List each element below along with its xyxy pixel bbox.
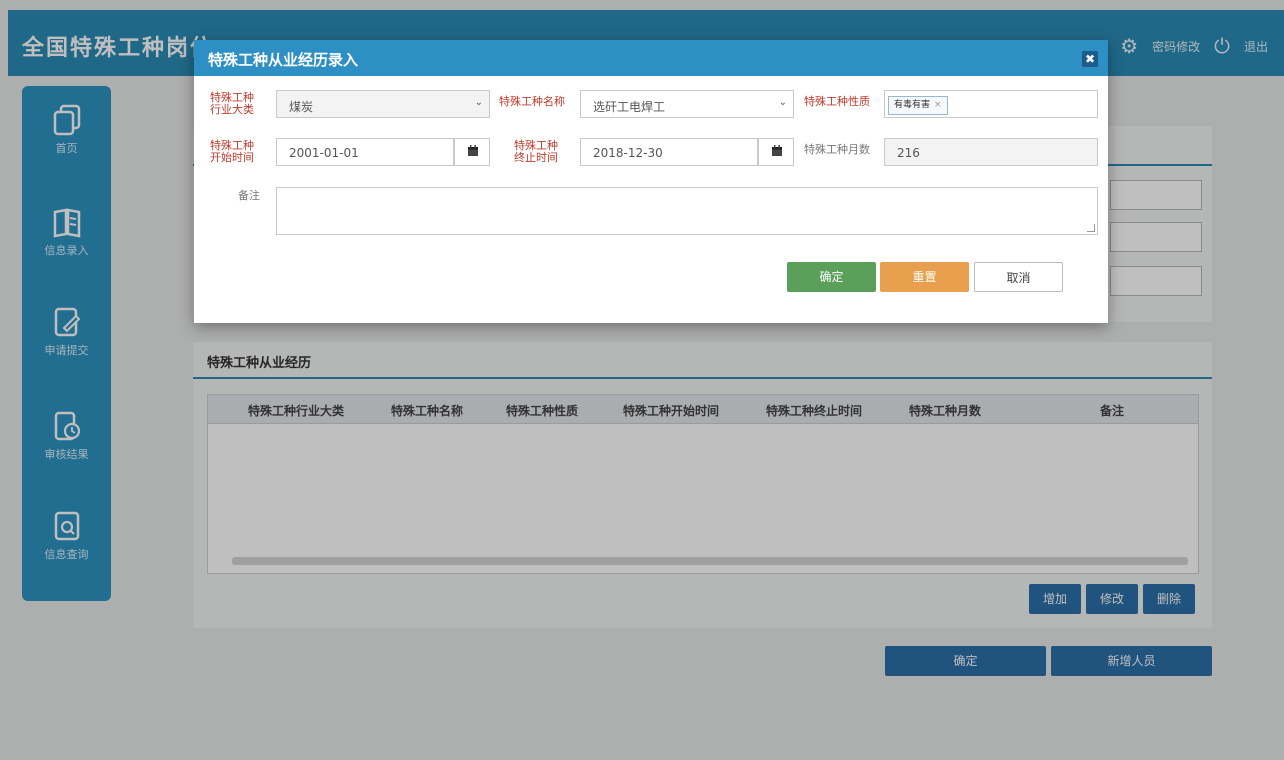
selected-value: 选矸工电焊工	[593, 100, 666, 114]
job-name-label: 特殊工种名称	[499, 95, 565, 108]
cancel-button[interactable]: 取消	[974, 262, 1063, 292]
tag-label: 有毒有害	[894, 100, 931, 110]
selected-tag[interactable]: 有毒有害 ×	[888, 96, 948, 115]
resize-handle-icon[interactable]	[1087, 224, 1095, 232]
remark-label: 备注	[238, 189, 260, 202]
label-line: 行业大类	[210, 103, 254, 116]
nature-multiselect[interactable]: 有毒有害 ×	[884, 90, 1098, 118]
start-date-picker-button[interactable]	[454, 138, 490, 166]
label-line: 终止时间	[514, 151, 558, 164]
ok-button[interactable]: 确定	[787, 262, 876, 292]
reset-button[interactable]: 重置	[880, 262, 969, 292]
end-date-input[interactable]: 2018-12-30	[580, 138, 758, 166]
job-name-select[interactable]: 选矸工电焊工 ⌄	[580, 90, 794, 118]
readonly-value: 216	[897, 146, 920, 160]
close-icon[interactable]: ✖	[1082, 51, 1098, 67]
nature-label: 特殊工种性质	[804, 95, 870, 108]
remark-textarea[interactable]	[276, 187, 1098, 235]
calendar-icon	[468, 145, 478, 156]
selected-value: 煤炭	[289, 100, 314, 114]
chevron-down-icon: ⌄	[778, 97, 787, 108]
input-value: 2018-12-30	[593, 146, 663, 160]
label-line: 开始时间	[210, 151, 254, 164]
end-date-label: 特殊工种 终止时间	[514, 140, 558, 164]
chevron-down-icon: ⌄	[474, 97, 483, 108]
industry-label: 特殊工种 行业大类	[210, 92, 254, 116]
calendar-icon	[772, 145, 782, 156]
months-label: 特殊工种月数	[804, 143, 870, 156]
end-date-picker-button[interactable]	[758, 138, 794, 166]
dialog-title: 特殊工种从业经历录入	[208, 51, 359, 69]
tag-remove-icon[interactable]: ×	[934, 100, 942, 110]
start-date-input[interactable]: 2001-01-01	[276, 138, 454, 166]
input-value: 2001-01-01	[289, 146, 359, 160]
history-entry-dialog: 特殊工种从业经历录入 ✖ 特殊工种 行业大类 煤炭 ⌄ 特殊工种名称 选矸工电焊…	[194, 40, 1108, 323]
dialog-header: 特殊工种从业经历录入 ✖	[194, 40, 1108, 76]
months-field: 216	[884, 138, 1098, 166]
industry-select[interactable]: 煤炭 ⌄	[276, 90, 490, 118]
start-date-label: 特殊工种 开始时间	[210, 140, 254, 164]
